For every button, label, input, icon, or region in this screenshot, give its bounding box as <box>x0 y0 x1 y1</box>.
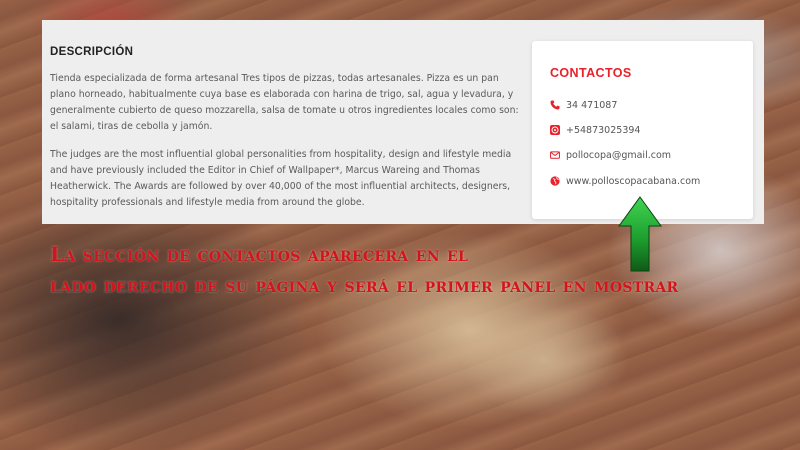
contact-email-text: pollocopa@gmail.com <box>566 149 672 161</box>
description-paragraph-1: Tienda especializada de forma artesanal … <box>50 73 519 132</box>
phone-icon <box>550 100 560 110</box>
contact-phone[interactable]: 34 471087 <box>550 98 617 112</box>
caption-line-2: lado derecho de su página y será el prim… <box>50 273 679 297</box>
contact-website[interactable]: www.polloscopacabana.com <box>550 174 700 188</box>
contacts-card: CONTACTOS 34 471087 +54873025394 polloco… <box>532 41 753 219</box>
mail-icon <box>550 150 560 160</box>
description-paragraph-2: The judges are the most influential glob… <box>50 149 512 208</box>
contact-whatsapp[interactable]: +54873025394 <box>550 123 640 137</box>
contact-website-text: www.polloscopacabana.com <box>566 175 701 187</box>
whatsapp-icon <box>550 125 560 135</box>
description-section: DESCRIPCIÓN Tienda especializada de form… <box>50 46 520 223</box>
up-arrow-icon <box>618 196 662 272</box>
description-title: DESCRIPCIÓN <box>50 46 134 58</box>
contact-phone-text: 34 471087 <box>566 99 618 111</box>
caption-line-1: La sección de contactos aparecera en el <box>50 242 469 266</box>
contact-whatsapp-text: +54873025394 <box>566 124 641 136</box>
globe-icon <box>550 176 560 186</box>
contacts-title: CONTACTOS <box>550 66 632 80</box>
contact-email[interactable]: pollocopa@gmail.com <box>550 148 671 162</box>
